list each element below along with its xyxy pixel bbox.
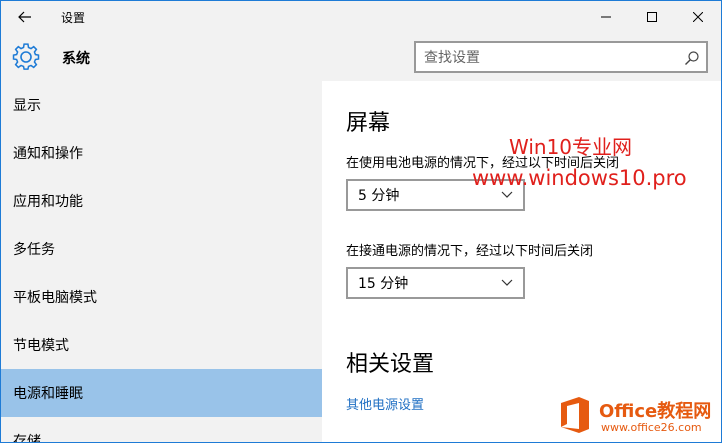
sidebar-item-label: 应用和功能 (13, 194, 83, 210)
maximize-button[interactable] (629, 1, 675, 33)
dropdown-value: 5 分钟 (358, 188, 400, 204)
chevron-down-icon (501, 279, 513, 286)
window-title: 设置 (61, 11, 86, 25)
watermark-site-name: Win10专业网 (509, 135, 633, 159)
watermark-site-url: www.windows10.pro (472, 166, 687, 190)
sidebar-item-storage[interactable]: 存储 (1, 417, 322, 443)
screen-section-title: 屏幕 (346, 111, 391, 136)
sidebar-item-label: 显示 (13, 98, 41, 114)
office-logo-icon (561, 397, 589, 433)
page-title: 系统 (62, 51, 90, 67)
sidebar-item-tablet-mode[interactable]: 平板电脑模式 (1, 273, 322, 321)
search-box[interactable] (414, 41, 708, 73)
sidebar-item-display[interactable]: 显示 (1, 81, 322, 129)
sidebar-item-label: 多任务 (13, 242, 55, 258)
page-header: 系统 (1, 33, 721, 81)
close-icon (693, 12, 703, 22)
sidebar-item-notifications[interactable]: 通知和操作 (1, 129, 322, 177)
sidebar-item-label: 通知和操作 (13, 146, 83, 162)
sidebar-item-label: 平板电脑模式 (13, 290, 97, 306)
title-bar: 设置 (1, 1, 721, 33)
related-settings-title: 相关设置 (346, 352, 435, 377)
settings-window: 设置 系统 查找设置 显示 通知和操作 应用和功能 多任务 平板电脑模式 节电模… (0, 0, 722, 443)
back-button[interactable] (9, 5, 41, 29)
back-arrow-icon (18, 11, 31, 23)
office-brand-text: Office教程网 (599, 401, 712, 422)
sidebar-item-label: 电源和睡眠 (13, 386, 83, 402)
office-brand-url: www.office26.com (601, 421, 702, 434)
sidebar-item-multitasking[interactable]: 多任务 (1, 225, 322, 273)
dropdown-value: 15 分钟 (358, 276, 409, 292)
sidebar-item-battery-saver[interactable]: 节电模式 (1, 321, 322, 369)
additional-power-settings-link[interactable]: 其他电源设置 (346, 394, 424, 413)
plugged-timeout-dropdown[interactable]: 15 分钟 (346, 267, 525, 299)
chevron-down-icon (501, 191, 513, 198)
gear-icon (12, 43, 40, 70)
maximize-icon (647, 12, 657, 22)
search-input[interactable] (424, 48, 674, 68)
search-icon[interactable] (684, 50, 700, 66)
sidebar-item-power-sleep[interactable]: 电源和睡眠 (1, 369, 322, 417)
sidebar-item-apps[interactable]: 应用和功能 (1, 177, 322, 225)
sidebar-item-label: 节电模式 (13, 338, 69, 354)
office-watermark: Office教程网 www.office26.com (557, 393, 721, 442)
sidebar: 显示 通知和操作 应用和功能 多任务 平板电脑模式 节电模式 电源和睡眠 存储 (1, 81, 322, 443)
plugged-timeout-label: 在接通电源的情况下，经过以下时间后关闭 (346, 244, 594, 259)
minimize-icon (601, 16, 611, 18)
sidebar-item-label: 存储 (13, 434, 41, 443)
close-button[interactable] (675, 1, 721, 33)
minimize-button[interactable] (583, 1, 629, 33)
